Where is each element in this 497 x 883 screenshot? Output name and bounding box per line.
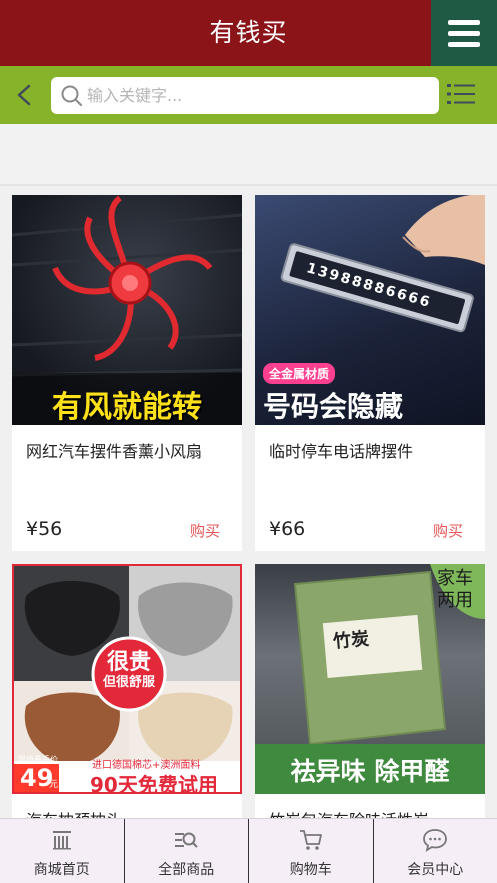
top-header: 有钱买 — [0, 0, 497, 66]
chat-bubble-icon — [423, 829, 448, 852]
material-badge: 全金属材质 — [263, 363, 336, 384]
bottom-tab-bar: 商城首页 全部商品 购物车 会员中心 — [0, 818, 497, 883]
menu-icon-bar — [448, 41, 480, 47]
tab-label: 会员中心 — [407, 862, 464, 878]
banner-area — [0, 124, 497, 184]
tab-home[interactable]: 商城首页 — [0, 819, 125, 883]
image-caption: 祛异味 除甲醛 — [290, 757, 450, 786]
product-image[interactable]: 13988886666 全金属材质 号码会隐藏 — [255, 195, 485, 425]
product-price: ¥56 — [26, 518, 63, 540]
menu-icon-bar — [448, 19, 480, 25]
buy-button[interactable]: 购买 — [433, 520, 463, 541]
page-title: 有钱买 — [209, 18, 288, 47]
tab-label: 商城首页 — [33, 862, 90, 878]
circle-text-sub: 但很舒服 — [102, 675, 155, 690]
product-card[interactable]: 很贵 但很舒服 进口德国棉芯+澳洲面料 90天免费试用 限值券手价 49 元 汽… — [12, 564, 242, 818]
image-caption: 有风就能转 — [52, 390, 202, 425]
tab-member-center[interactable]: 会员中心 — [374, 819, 497, 883]
product-image[interactable]: 很贵 但很舒服 进口德国棉芯+澳洲面料 90天免费试用 限值券手价 49 元 — [12, 564, 242, 794]
tab-cart[interactable]: 购物车 — [249, 819, 374, 883]
search-icon — [61, 85, 82, 106]
tab-label: 购物车 — [289, 862, 332, 878]
bag-label: 竹炭 — [332, 628, 370, 653]
product-image[interactable]: 竹炭 家车两用 祛异味 除甲醛 — [255, 564, 485, 794]
store-icon — [52, 831, 71, 850]
cart-icon — [299, 830, 322, 850]
product-image[interactable]: 有风就能转 — [12, 195, 242, 425]
price-tag-unit: 元 — [49, 780, 59, 790]
product-name[interactable]: 竹炭包汽车除味活性炭 — [269, 807, 474, 818]
image-caption: 号码会隐藏 — [263, 390, 404, 423]
search-box[interactable] — [51, 77, 439, 114]
product-card[interactable]: 13988886666 全金属材质 号码会隐藏 临时停车电话牌摆件 ¥66 购买 — [255, 195, 485, 551]
product-price: ¥66 — [269, 518, 306, 540]
tab-all-products[interactable]: 全部商品 — [125, 819, 249, 883]
list-search-icon — [175, 832, 198, 848]
tab-label: 全部商品 — [158, 862, 215, 878]
corner-text: 家车两用 — [437, 568, 473, 611]
product-name[interactable]: 网红汽车摆件香薰小风扇 — [26, 438, 231, 462]
product-card[interactable]: 竹炭 家车两用 祛异味 除甲醛 竹炭包汽车除味活性炭 — [255, 564, 485, 818]
search-bar — [0, 66, 497, 124]
menu-icon-bar — [448, 30, 480, 36]
buy-button[interactable]: 购买 — [190, 520, 220, 541]
trial-text: 90天免费试用 — [90, 773, 218, 794]
list-view-icon[interactable] — [447, 82, 475, 106]
search-input[interactable] — [87, 77, 427, 114]
back-arrow-icon[interactable] — [10, 80, 40, 110]
menu-button[interactable] — [431, 0, 497, 66]
product-name[interactable]: 汽车枕颈枕头 — [26, 807, 231, 818]
product-grid: 有风就能转 网红汽车摆件香薰小风扇 ¥56 购买 13988886666 全金属… — [0, 186, 497, 818]
product-card[interactable]: 有风就能转 网红汽车摆件香薰小风扇 ¥56 购买 — [12, 195, 242, 551]
product-name[interactable]: 临时停车电话牌摆件 — [269, 438, 474, 462]
